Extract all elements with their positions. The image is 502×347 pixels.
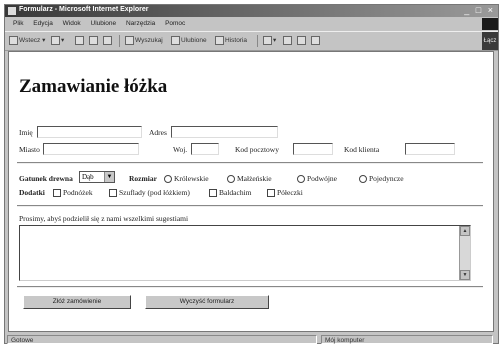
name-label: Imię (19, 128, 33, 137)
stop-button[interactable] (75, 35, 85, 46)
discuss-icon (311, 35, 320, 45)
size-option-double[interactable]: Małżeńskie (227, 174, 272, 184)
radio-icon (359, 175, 367, 184)
client-code-field[interactable] (405, 143, 455, 155)
menu-item-file[interactable]: Plik (13, 20, 23, 27)
menu-item-help[interactable]: Pomoc (165, 20, 185, 27)
wood-select[interactable]: Dąb ▼ (79, 171, 115, 183)
extra-option-canopy[interactable]: Baldachim (209, 188, 252, 198)
province-label: Woj. (173, 145, 188, 154)
favorites-button[interactable]: Ulubione (171, 35, 207, 46)
postal-code-field[interactable] (293, 143, 333, 155)
extras-label: Dodatki (19, 188, 45, 197)
wood-select-value: Dąb (82, 173, 94, 181)
divider (17, 162, 483, 164)
mail-icon (263, 35, 272, 45)
page-content: Zamawianie łóżka Imię Adres Miasto Woj. … (8, 51, 494, 332)
size-option-twin[interactable]: Podwójne (297, 174, 337, 184)
forward-button[interactable]: ▾ (51, 35, 64, 46)
search-icon (125, 35, 134, 45)
discuss-button[interactable] (311, 35, 321, 46)
chevron-down-icon: ▼ (104, 172, 114, 182)
size-option-single[interactable]: Pojedyncze (359, 174, 404, 184)
toolbar-divider (257, 35, 258, 47)
window-controls[interactable]: _ □ × (464, 5, 495, 15)
print-button[interactable] (283, 35, 293, 46)
title-bar: Formularz - Microsoft Internet Explorer … (5, 5, 498, 17)
menu-item-view[interactable]: Widok (63, 20, 81, 27)
menu-item-edit[interactable]: Edycja (33, 20, 53, 27)
mail-button[interactable]: ▾ (263, 35, 276, 46)
checkbox-icon (209, 189, 217, 198)
page-title: Zamawianie łóżka (19, 76, 168, 97)
history-icon (215, 35, 224, 45)
extra-option-drawers[interactable]: Szuflady (pod łóżkiem) (109, 188, 190, 198)
scrollbar[interactable]: ▲ ▼ (459, 226, 470, 280)
checkbox-icon (267, 189, 275, 198)
stop-icon (75, 35, 84, 45)
city-field[interactable] (43, 143, 139, 155)
toolbar: Wstecz ▾ ▾ Wyszukaj Ulubione Historia ▾ (5, 31, 498, 51)
edit-button[interactable] (297, 35, 307, 46)
comments-label: Prosimy, abyś podzielił się z nami wszel… (19, 214, 189, 223)
client-code-label: Kod klienta (344, 145, 380, 154)
links-button[interactable]: Łącz (482, 32, 498, 50)
reset-button[interactable]: Wyczyść formularz (145, 295, 269, 309)
refresh-icon (89, 35, 98, 45)
menu-item-favorites[interactable]: Ulubione (91, 20, 117, 27)
search-button[interactable]: Wyszukaj (125, 35, 163, 46)
province-field[interactable] (191, 143, 219, 155)
favorites-icon (171, 35, 180, 45)
radio-icon (297, 175, 305, 184)
checkbox-icon (109, 189, 117, 198)
toolbar-divider (119, 35, 120, 47)
forward-arrow-icon (51, 35, 60, 45)
divider (17, 286, 483, 288)
postal-code-label: Kod pocztowy (235, 145, 279, 154)
address-field[interactable] (171, 126, 278, 138)
size-label: Rozmiar (129, 174, 157, 183)
submit-button[interactable]: Złóż zamówienie (23, 295, 131, 309)
print-icon (283, 35, 292, 45)
comments-textarea[interactable]: ▲ ▼ (19, 225, 471, 281)
back-arrow-icon (9, 35, 18, 45)
window-title: Formularz - Microsoft Internet Explorer (19, 6, 149, 13)
radio-icon (164, 175, 172, 184)
address-label: Adres (149, 128, 167, 137)
browser-window: Formularz - Microsoft Internet Explorer … (4, 4, 499, 344)
status-bar: Gotowe Mój komputer (5, 334, 498, 345)
size-option-king[interactable]: Królewskie (164, 174, 209, 184)
edit-icon (297, 35, 306, 45)
name-field[interactable] (37, 126, 142, 138)
status-text: Gotowe (7, 335, 317, 344)
radio-icon (227, 175, 235, 184)
windows-logo (482, 18, 498, 30)
extra-option-shelves[interactable]: Półeczki (267, 188, 303, 198)
menu-item-tools[interactable]: Narzędzia (126, 20, 155, 27)
divider (17, 205, 483, 207)
ie-icon (8, 7, 16, 15)
scroll-up-icon[interactable]: ▲ (460, 226, 470, 236)
wood-label: Gatunek drewna (19, 174, 73, 183)
back-button[interactable]: Wstecz ▾ (9, 35, 45, 46)
history-button[interactable]: Historia (215, 35, 247, 46)
home-icon (103, 35, 112, 45)
zone-indicator: Mój komputer (321, 335, 493, 344)
checkbox-icon (53, 189, 61, 198)
scroll-down-icon[interactable]: ▼ (460, 270, 470, 280)
menu-bar: Plik Edycja Widok Ulubione Narzędzia Pom… (5, 18, 498, 30)
city-label: Miasto (19, 145, 40, 154)
extra-option-footstool[interactable]: Podnóżek (53, 188, 93, 198)
refresh-button[interactable] (89, 35, 99, 46)
home-button[interactable] (103, 35, 113, 46)
